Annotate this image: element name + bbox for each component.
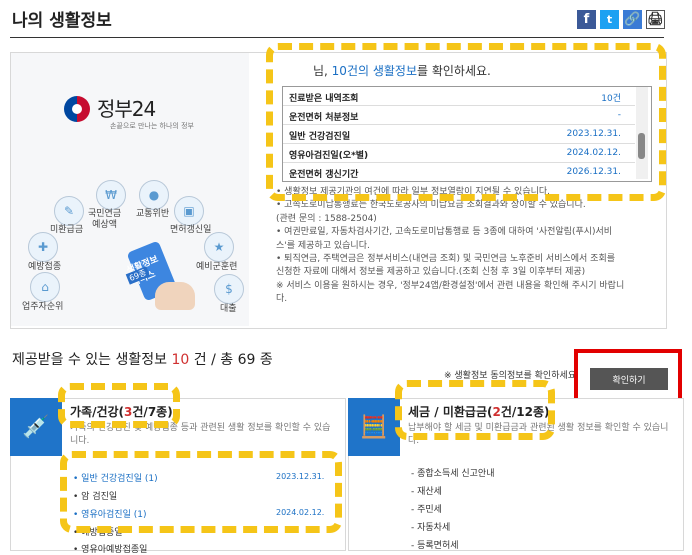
logo-subtitle: 손끝으로 만나는 하나의 정부 <box>110 122 194 130</box>
loan-icon: $ <box>214 274 244 304</box>
service-label-reserve: 예비군훈련 <box>196 262 238 272</box>
list-item-value: 10건 <box>601 94 621 104</box>
notice-line: 다. <box>276 294 288 305</box>
notice-line: • 고속도로미납통행료는 한국도로공사의 미납요금 조회결과와 상이할 수 있습… <box>276 200 586 211</box>
tax-card-desc: 납부해야 할 세금 및 미환급금과 관련된 생활 정보를 확인할 수 있습니다. <box>408 423 669 446</box>
family-card-desc: 가족의 건강검진 및 예방접종 등과 관련된 생활 정보를 확인할 수 있습니다… <box>70 423 331 446</box>
list-item[interactable]: 영유아검진일(오*별) 2024.02.12. <box>283 144 635 163</box>
tax-row-label: 등록면허세 <box>417 541 459 551</box>
list-item[interactable]: 운전면허 처분정보 - <box>283 106 635 125</box>
tax-row[interactable]: - 종합소득세 신고안내 <box>411 466 495 479</box>
family-row-label: 영유아예방접종일 <box>81 545 148 555</box>
summary-text: 님, 10건의 생활정보를 확인하세요. <box>313 62 491 79</box>
section-title-total: 건 / 총 69 종 <box>189 352 273 368</box>
tax-title-prefix: 세금 / 미환급금( <box>408 405 493 419</box>
title-divider <box>10 37 664 38</box>
list-scroll-thumb[interactable] <box>638 133 645 159</box>
tax-row-label: 자동차세 <box>417 523 451 533</box>
family-row[interactable]: • 일반 건강검진일 (1) <box>73 471 158 484</box>
family-row[interactable]: • 암 검진일 <box>73 489 117 502</box>
vaccine-icon: ✚ <box>28 232 58 262</box>
print-icon[interactable]: 🖨 <box>646 10 665 29</box>
tax-row-label: 종합소득세 신고안내 <box>417 469 495 479</box>
housing-icon: ⌂ <box>30 272 60 302</box>
notice-line: • 여권만료일, 자동차검사기간, 고속도로미납통행료 등 3종에 대하여 '사… <box>276 227 613 238</box>
list-item-label: 운전면허 처분정보 <box>289 113 359 123</box>
notice-list: • 생활정보 제공기관의 여건에 따라 일부 정보열람이 지연될 수 있습니다.… <box>276 186 656 307</box>
list-item[interactable]: 운전면허 갱신기간 2026.12.31. <box>283 163 635 181</box>
notice-line: • 생활정보 제공기관의 여건에 따라 일부 정보열람이 지연될 수 있습니다. <box>276 187 551 197</box>
tax-card-title: 세금 / 미환급금(2건/12종) <box>408 403 549 420</box>
tax-row-label: 재산세 <box>417 487 442 497</box>
summary-suffix: 를 확인하세요. <box>417 64 491 78</box>
tax-title-count: 2 <box>492 405 501 419</box>
refund-icon: ✎ <box>54 196 84 226</box>
license-icon: ▣ <box>174 196 204 226</box>
reserve-training-icon: ★ <box>204 232 234 262</box>
tax-row[interactable]: - 등록면허세 <box>411 538 459 551</box>
government-emblem-icon <box>64 96 90 122</box>
list-item-label: 진료받은 내역조회 <box>289 94 359 104</box>
tax-row[interactable]: - 주민세 <box>411 502 442 515</box>
link-icon[interactable]: 🔗 <box>623 10 642 29</box>
notice-line: (관련 문의 : 1588-2504) <box>276 213 377 224</box>
traffic-light-icon: ● <box>139 180 169 210</box>
family-row[interactable]: • 예방접종일 <box>73 525 123 538</box>
family-title-prefix: 가족/건강( <box>70 405 125 419</box>
list-item-value: 2026.12.31. <box>566 167 621 177</box>
family-row-label: 영유아검진일 (1) <box>81 510 147 520</box>
notice-line: 신청한 자료에 대해서 정보를 제공하고 있습니다.(조회 신청 후 3일 이후… <box>276 267 586 278</box>
list-item-label: 영유아검진일(오*별) <box>289 151 369 161</box>
family-row[interactable]: • 영유아검진일 (1) <box>73 507 146 520</box>
section-title-count: 10 <box>171 352 190 368</box>
facebook-icon[interactable]: f <box>577 10 596 29</box>
list-item-value: - <box>617 110 621 120</box>
list-item[interactable]: 진료받은 내역조회 10건 <box>283 87 635 106</box>
notice-line: • 퇴직연금, 주택연금은 정부서비스(내연금 조회) 및 국민연금 노후준비 … <box>276 254 616 265</box>
family-row-label: 일반 건강검진일 (1) <box>81 474 158 484</box>
twitter-icon[interactable]: t <box>600 10 619 29</box>
summary-highlight: 10건의 생활정보 <box>331 64 417 78</box>
family-row-date: 2023.12.31. <box>276 472 325 481</box>
service-label-refund: 미환급금 <box>50 225 84 235</box>
tax-title-suffix: 건/12종) <box>500 405 550 419</box>
syringe-icon: 💉 <box>10 398 62 456</box>
section-title: 제공받을 수 있는 생활정보 10 건 / 총 69 종 <box>12 349 273 369</box>
family-card-title: 가족/건강(3건/7종) <box>70 403 173 420</box>
calculator-icon: 🧮 <box>348 398 400 456</box>
service-label-housing: 업주자순위 <box>22 302 64 312</box>
list-item-label: 운전면허 갱신기간 <box>289 170 359 180</box>
family-title-suffix: 건/7종) <box>132 405 173 419</box>
notice-line: ※ 서비스 이용을 원하시는 경우, '정부24앱/환경설정'에서 관련 내용을… <box>276 280 625 291</box>
logo-text: 정부24 <box>97 97 156 121</box>
pension-icon: ₩ <box>96 180 126 210</box>
list-item-value: 2023.12.31. <box>566 129 621 139</box>
confirm-button[interactable]: 확인하기 <box>590 368 668 390</box>
agree-note: ※ 생활정보 동의정보를 확인하세요. <box>444 371 579 381</box>
lifeinfo-list[interactable]: 진료받은 내역조회 10건 운전면허 처분정보 - 일반 건강검진일 2023.… <box>282 86 652 182</box>
list-item-label: 일반 건강검진일 <box>289 132 351 142</box>
list-item-value: 2024.02.12. <box>566 148 621 158</box>
tax-row[interactable]: - 자동차세 <box>411 520 450 533</box>
summary-prefix: 님, <box>313 64 332 78</box>
section-title-prefix: 제공받을 수 있는 생활정보 <box>12 352 172 368</box>
list-item[interactable]: 일반 건강검진일 2023.12.31. <box>283 125 635 144</box>
tax-row-label: 주민세 <box>417 505 442 515</box>
family-row-label: 예방접종일 <box>81 528 123 538</box>
notice-line: 스'를 제공하고 있습니다. <box>276 240 370 251</box>
service-label-traffic: 교통위반 <box>136 209 170 219</box>
service-label-loan: 대출 <box>220 304 237 314</box>
page-title: 나의 생활정보 <box>12 11 112 31</box>
family-row-label: 암 검진일 <box>81 492 118 502</box>
family-row-date: 2024.02.12. <box>276 508 325 517</box>
service-label-license: 면허갱신일 <box>170 225 212 235</box>
hand-illustration <box>155 282 195 310</box>
tax-row[interactable]: - 재산세 <box>411 484 442 497</box>
service-label-pension: 국민연금 예상액 <box>88 209 122 230</box>
